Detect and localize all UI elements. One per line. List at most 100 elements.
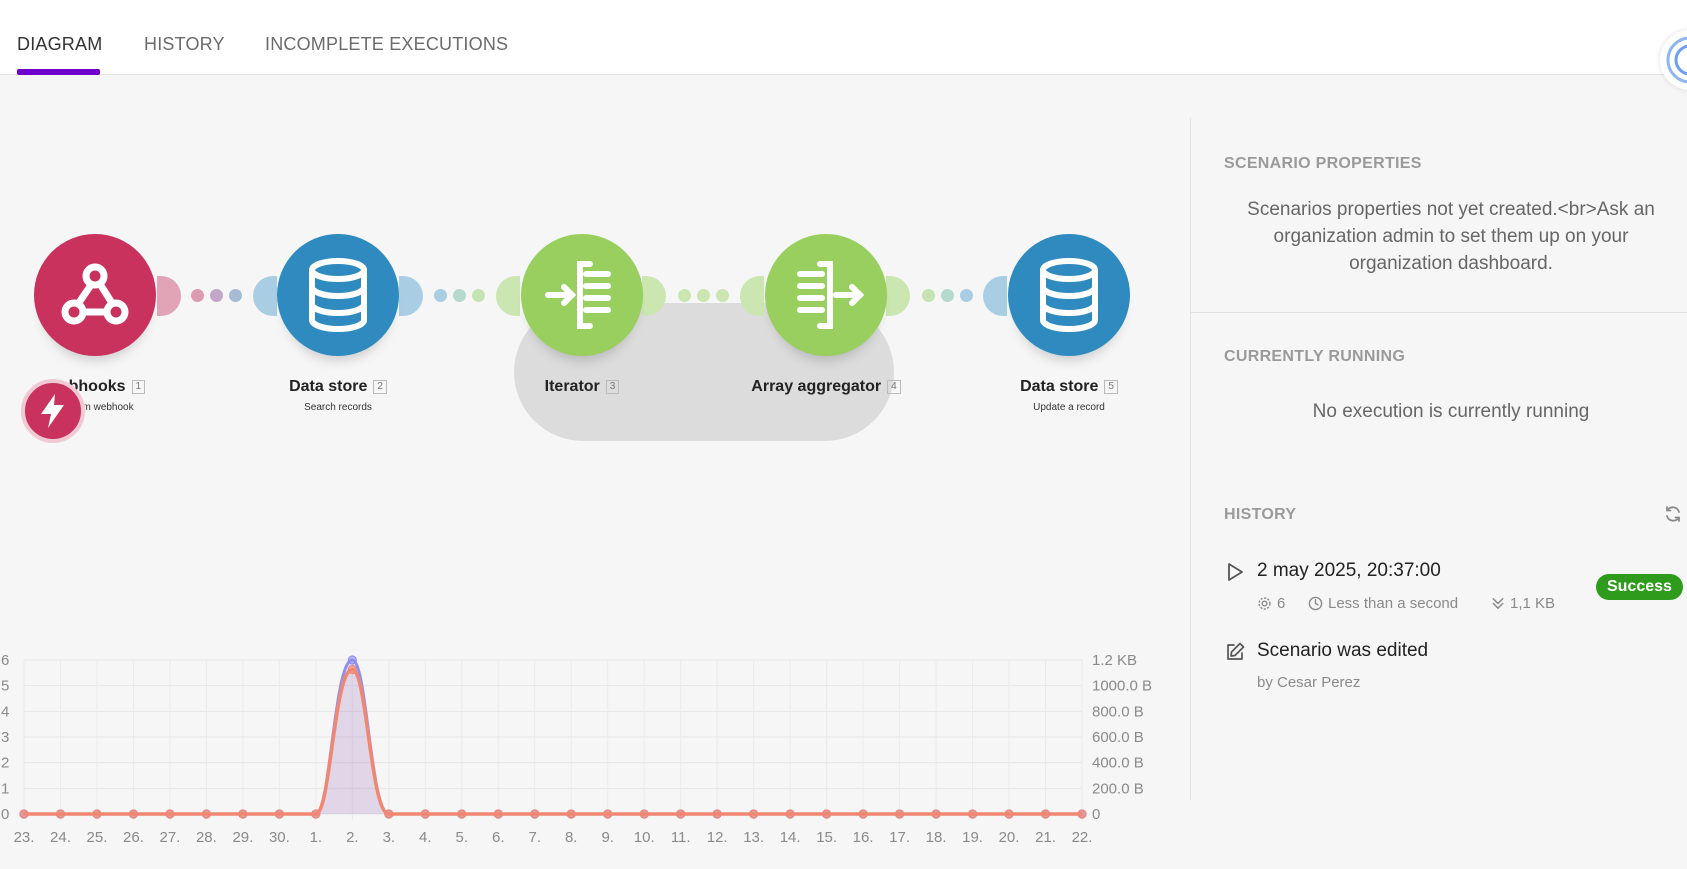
x-tick-label: 16. — [853, 829, 874, 846]
execution-chart: 6 1.2 KB 5 1000.0 B 4 800.0 B 3 600.0 B 2 400.0 B… — [1, 652, 1152, 846]
x-tick-label: 22. — [1072, 829, 1093, 846]
data-point — [822, 809, 832, 819]
x-tick-label: 8. — [565, 829, 578, 846]
data-point — [457, 809, 467, 819]
data-size-text: 1,1 KB — [1510, 595, 1556, 612]
y-right-tick-label: 1000.0 B — [1092, 678, 1152, 695]
play-icon[interactable] — [1224, 561, 1246, 583]
module-subtitle: Search records — [304, 402, 372, 413]
y-right-tick-label: 600.0 B — [1092, 729, 1144, 746]
active-tab-indicator — [17, 69, 100, 75]
data-point — [311, 809, 321, 819]
x-tick-label: 18. — [926, 829, 947, 846]
data-point — [931, 809, 941, 819]
x-tick-label: 6. — [492, 829, 505, 846]
tab-history[interactable]: HISTORY — [144, 34, 225, 55]
x-tick-label: 20. — [999, 829, 1020, 846]
module-label: Array aggregator — [751, 378, 882, 395]
data-point — [712, 809, 722, 819]
module-number: 2 — [373, 380, 387, 394]
x-tick-label: 11. — [671, 829, 691, 846]
lightning-icon — [41, 394, 64, 428]
connector-dot — [678, 289, 691, 302]
x-tick-label: 1. — [310, 829, 323, 846]
module-1-output-handle — [157, 276, 181, 316]
connector-dot — [453, 289, 466, 302]
module-5-input-handle — [983, 276, 1007, 316]
scenario-side-panel: SCENARIO PROPERTIES Scenarios properties… — [1190, 118, 1687, 800]
data-point — [749, 809, 759, 819]
clock-icon — [1308, 596, 1323, 611]
webhook-icon — [34, 234, 156, 356]
x-tick-label: 14. — [780, 829, 801, 846]
data-point — [1004, 809, 1014, 819]
data-point — [92, 809, 102, 819]
data-point — [347, 655, 357, 665]
data-point — [128, 809, 139, 819]
module-label: Data store — [289, 378, 368, 395]
module-subtitle: Update a record — [1033, 402, 1105, 413]
double-chevron-down-icon — [1492, 598, 1504, 610]
x-tick-label: 23. — [14, 829, 35, 846]
x-tick-label: 24. — [50, 829, 71, 846]
data-point — [676, 809, 686, 819]
x-tick-label: 10. — [634, 829, 655, 846]
x-tick-label: 9. — [601, 829, 614, 846]
connector-dot — [229, 289, 242, 302]
data-point — [894, 809, 905, 819]
data-point — [1077, 809, 1087, 819]
y-left-tick-label: 4 — [1, 703, 9, 720]
y-left-tick-label: 5 — [1, 678, 9, 695]
edit-author: by Cesar Perez — [1257, 674, 1361, 691]
assistant-icon — [1666, 36, 1687, 84]
x-tick-label: 15. — [816, 829, 837, 846]
x-tick-label: 27. — [160, 829, 181, 846]
refresh-icon[interactable] — [1663, 504, 1683, 524]
module-number: 3 — [605, 380, 620, 394]
data-point — [566, 809, 576, 819]
scenario-properties-title: SCENARIO PROPERTIES — [1224, 155, 1422, 172]
x-tick-label: 21. — [1035, 829, 1056, 846]
module-2-input-handle — [253, 276, 277, 316]
x-tick-label: 3. — [383, 829, 396, 846]
y-left-tick-label: 1 — [1, 780, 9, 797]
section-divider — [1191, 312, 1687, 313]
y-right-tick-label: 800.0 B — [1092, 703, 1144, 720]
y-left-tick-label: 2 — [1, 755, 9, 772]
connector-dot — [472, 289, 485, 302]
x-tick-label: 25. — [87, 829, 108, 846]
series-line — [24, 667, 1082, 816]
y-right-tick-label: 400.0 B — [1092, 755, 1144, 772]
tab-incomplete-executions[interactable]: INCOMPLETE EXECUTIONS — [265, 34, 508, 55]
x-tick-label: 2. — [346, 829, 359, 846]
y-left-tick-label: 6 — [1, 652, 9, 669]
tab-diagram[interactable]: DIAGRAM — [17, 34, 102, 55]
connector-dot — [922, 289, 935, 302]
data-point — [785, 809, 795, 819]
connector-dot — [191, 289, 204, 302]
tab-bar: DIAGRAM HISTORY INCOMPLETE EXECUTIONS — [0, 0, 1687, 90]
data-point — [639, 809, 649, 819]
connector-dot — [210, 289, 223, 302]
gear-icon — [1258, 597, 1271, 610]
data-point — [493, 809, 503, 819]
y-right-tick-label: 0 — [1092, 806, 1100, 823]
x-tick-label: 26. — [123, 829, 144, 846]
module-4-output-handle — [886, 276, 910, 316]
module-number: 4 — [887, 380, 901, 394]
duration-text: Less than a second — [1328, 595, 1459, 612]
x-tick-label: 4. — [419, 829, 432, 846]
module-number: 5 — [1104, 380, 1118, 394]
currently-running-title: CURRENTLY RUNNING — [1224, 348, 1406, 365]
run-datetime: 2 may 2025, 20:37:00 — [1257, 560, 1441, 581]
currently-running-message: No execution is currently running — [1312, 401, 1590, 422]
x-tick-label: 17. — [889, 829, 910, 846]
module-3-input-handle — [496, 276, 520, 316]
trigger-badge — [21, 379, 85, 443]
database-icon — [277, 234, 399, 356]
assistant-widget[interactable] — [1660, 30, 1687, 90]
data-point — [347, 664, 357, 675]
connector-dot — [697, 289, 710, 302]
edit-icon — [1227, 642, 1245, 660]
data-point — [274, 809, 284, 819]
